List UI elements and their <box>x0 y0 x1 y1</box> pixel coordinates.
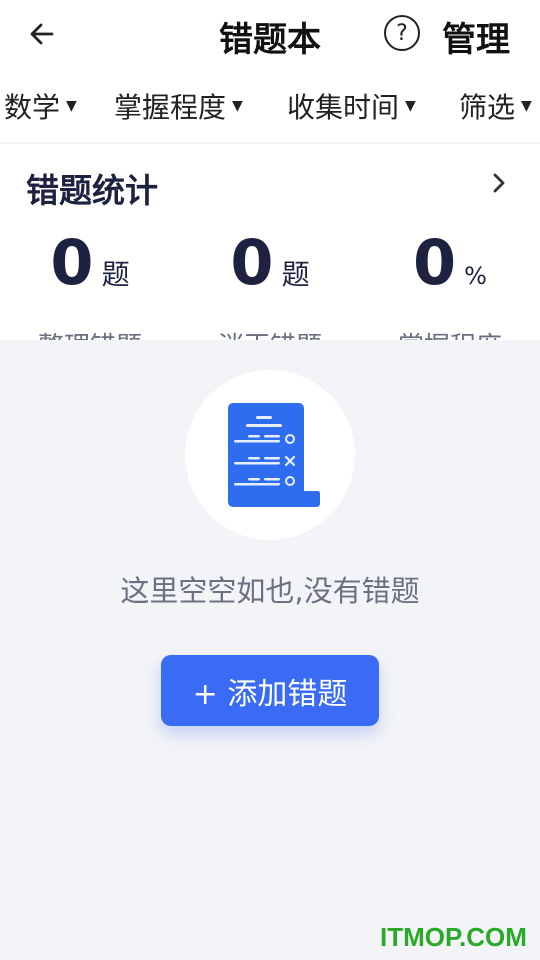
stat-unit: % <box>464 262 487 290</box>
stat-value: 0 <box>230 226 274 299</box>
stat-unit: 题 <box>101 258 130 291</box>
filter-subject[interactable]: 数学 ▼ <box>4 86 77 126</box>
stat-value: 0 <box>50 226 94 299</box>
caret-down-icon: ▼ <box>405 98 416 114</box>
filter-label: 数学 <box>4 91 61 124</box>
filter-collect-time[interactable]: 收集时间 ▼ <box>287 86 416 126</box>
document-icon <box>228 403 320 507</box>
stats-detail-button[interactable] <box>484 166 514 200</box>
stat-label: 整理错题 <box>0 326 180 340</box>
stats-title: 错题统计 <box>26 171 158 210</box>
arrow-left-icon <box>30 23 54 45</box>
back-button[interactable] <box>22 14 62 54</box>
stats-card[interactable]: 错题统计 0题 整理错题 0题 消灭错题 0% 掌握程度 <box>0 144 540 340</box>
chevron-right-icon <box>493 173 505 193</box>
stat-value: 0 <box>413 226 457 299</box>
stat-unit: 题 <box>281 258 310 291</box>
add-mistake-button[interactable]: + 添加错题 <box>161 655 379 726</box>
help-button[interactable]: ? <box>384 15 420 51</box>
filter-label: 收集时间 <box>287 91 400 124</box>
filter-label: 掌握程度 <box>114 91 227 124</box>
empty-message: 这里空空如也,没有错题 <box>120 574 420 608</box>
app-header: 错题本 ? 管理 <box>0 0 540 68</box>
filter-bar: 数学 ▼ 掌握程度 ▼ 收集时间 ▼ 筛选 ▼ <box>0 68 540 143</box>
watermark: ITMOP.COM <box>380 922 527 952</box>
caret-down-icon: ▼ <box>521 98 532 114</box>
stat-mastery: 0% 掌握程度 <box>360 226 540 341</box>
empty-illustration <box>185 370 355 540</box>
filter-mastery[interactable]: 掌握程度 ▼ <box>114 86 243 126</box>
caret-down-icon: ▼ <box>66 98 77 114</box>
caret-down-icon: ▼ <box>232 98 243 114</box>
stat-organized: 0题 整理错题 <box>0 226 180 341</box>
stat-eliminated: 0题 消灭错题 <box>180 226 360 341</box>
filter-screen[interactable]: 筛选 ▼ <box>459 86 532 126</box>
manage-button[interactable]: 管理 <box>442 12 510 61</box>
question-icon: ? <box>396 20 408 46</box>
stat-label: 消灭错题 <box>180 326 360 340</box>
stat-label: 掌握程度 <box>360 326 540 340</box>
filter-label: 筛选 <box>459 91 516 124</box>
